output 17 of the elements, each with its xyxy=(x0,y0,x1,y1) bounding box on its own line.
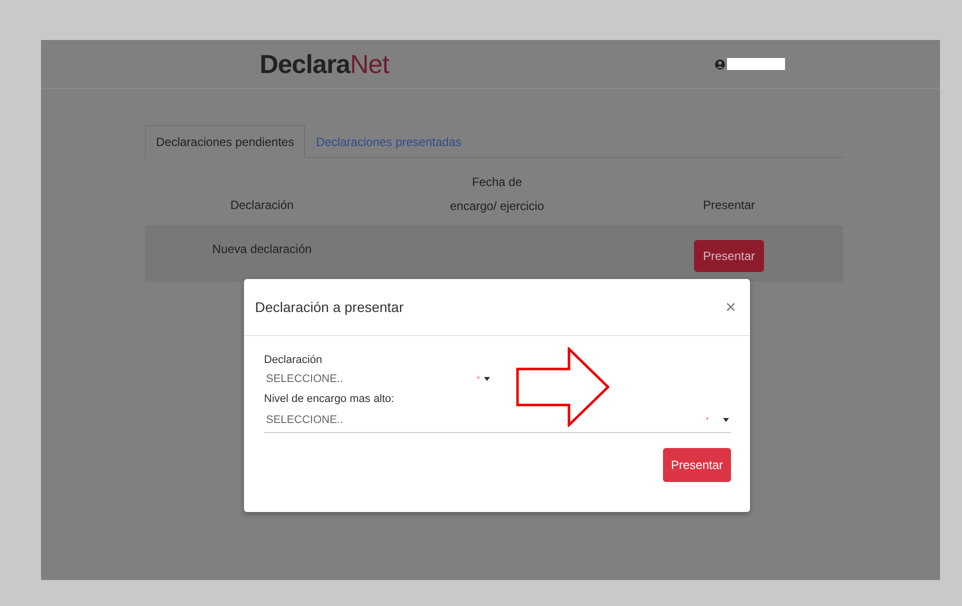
dialog-title: Declaración a presentar xyxy=(255,299,404,315)
presentar-button[interactable]: Presentar xyxy=(694,240,764,272)
field-label: Declaración xyxy=(264,354,324,366)
close-button[interactable]: × xyxy=(721,296,740,318)
user-icon xyxy=(715,58,725,70)
column-header: Declaración xyxy=(230,198,294,214)
table-cell: Nueva declaración xyxy=(212,242,312,256)
caret-icon xyxy=(484,376,490,380)
column-header: Presentar xyxy=(702,198,756,214)
caret-icon xyxy=(723,418,729,422)
logo: DeclaraNet xyxy=(260,48,389,80)
presentar-button[interactable]: Presentar xyxy=(662,448,731,482)
column-header: Fecha de encargo/ ejercicio xyxy=(448,174,546,215)
tab[interactable]: Declaraciones pendientes xyxy=(145,125,306,158)
select-field[interactable]: SELECCIONE.. * xyxy=(264,366,492,391)
field-label: Nivel de encargo mas alto: xyxy=(264,393,396,405)
redacted-block xyxy=(727,58,785,70)
